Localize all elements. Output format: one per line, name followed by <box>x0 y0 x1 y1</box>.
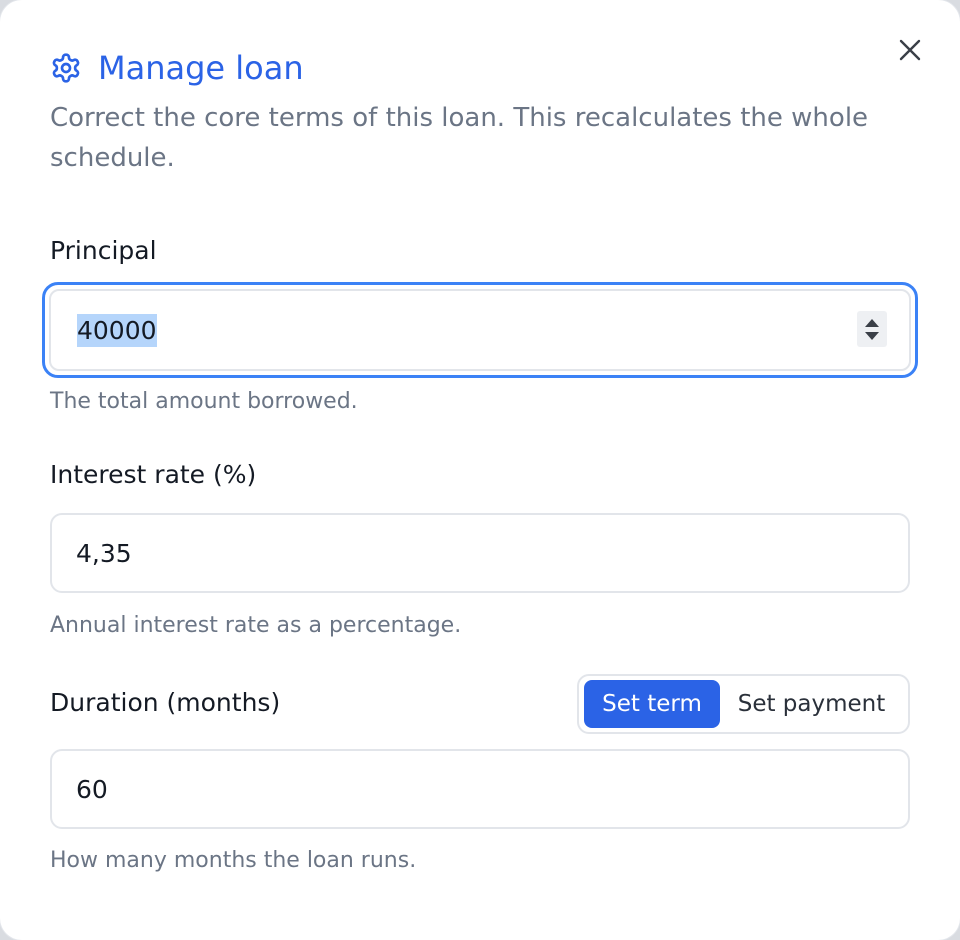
interest-rate-help-text: Annual interest rate as a percentage. <box>50 613 462 638</box>
principal-input[interactable]: 40000 <box>42 282 918 378</box>
duration-value: 60 <box>76 774 108 804</box>
interest-rate-input[interactable]: 4,35 <box>50 513 910 593</box>
duration-mode-toggle: Set term Set payment <box>577 674 910 734</box>
dialog-header: Manage loan <box>50 46 304 90</box>
interest-rate-value: 4,35 <box>76 538 132 568</box>
set-term-toggle-button[interactable]: Set term <box>584 680 720 728</box>
decrement-arrow-icon[interactable] <box>865 331 879 340</box>
manage-loan-dialog: Manage loan Correct the core terms of th… <box>0 0 960 940</box>
gear-icon <box>50 52 82 84</box>
principal-value: 40000 <box>77 291 157 369</box>
close-icon <box>898 38 922 62</box>
interest-rate-label: Interest rate (%) <box>50 460 257 489</box>
close-button[interactable] <box>892 32 928 68</box>
dialog-description: Correct the core terms of this loan. Thi… <box>50 103 869 173</box>
duration-input[interactable]: 60 <box>50 749 910 829</box>
principal-label: Principal <box>50 236 157 265</box>
principal-stepper[interactable] <box>857 311 887 347</box>
duration-help-text: How many months the loan runs. <box>50 848 417 873</box>
duration-label: Duration (months) <box>50 688 281 717</box>
dialog-title: Manage loan <box>98 49 304 87</box>
set-payment-toggle-button[interactable]: Set payment <box>720 680 903 728</box>
principal-help-text: The total amount borrowed. <box>50 389 358 414</box>
increment-arrow-icon[interactable] <box>865 318 879 327</box>
principal-selected-text: 40000 <box>77 313 157 347</box>
principal-input-box[interactable]: 40000 <box>49 289 911 371</box>
